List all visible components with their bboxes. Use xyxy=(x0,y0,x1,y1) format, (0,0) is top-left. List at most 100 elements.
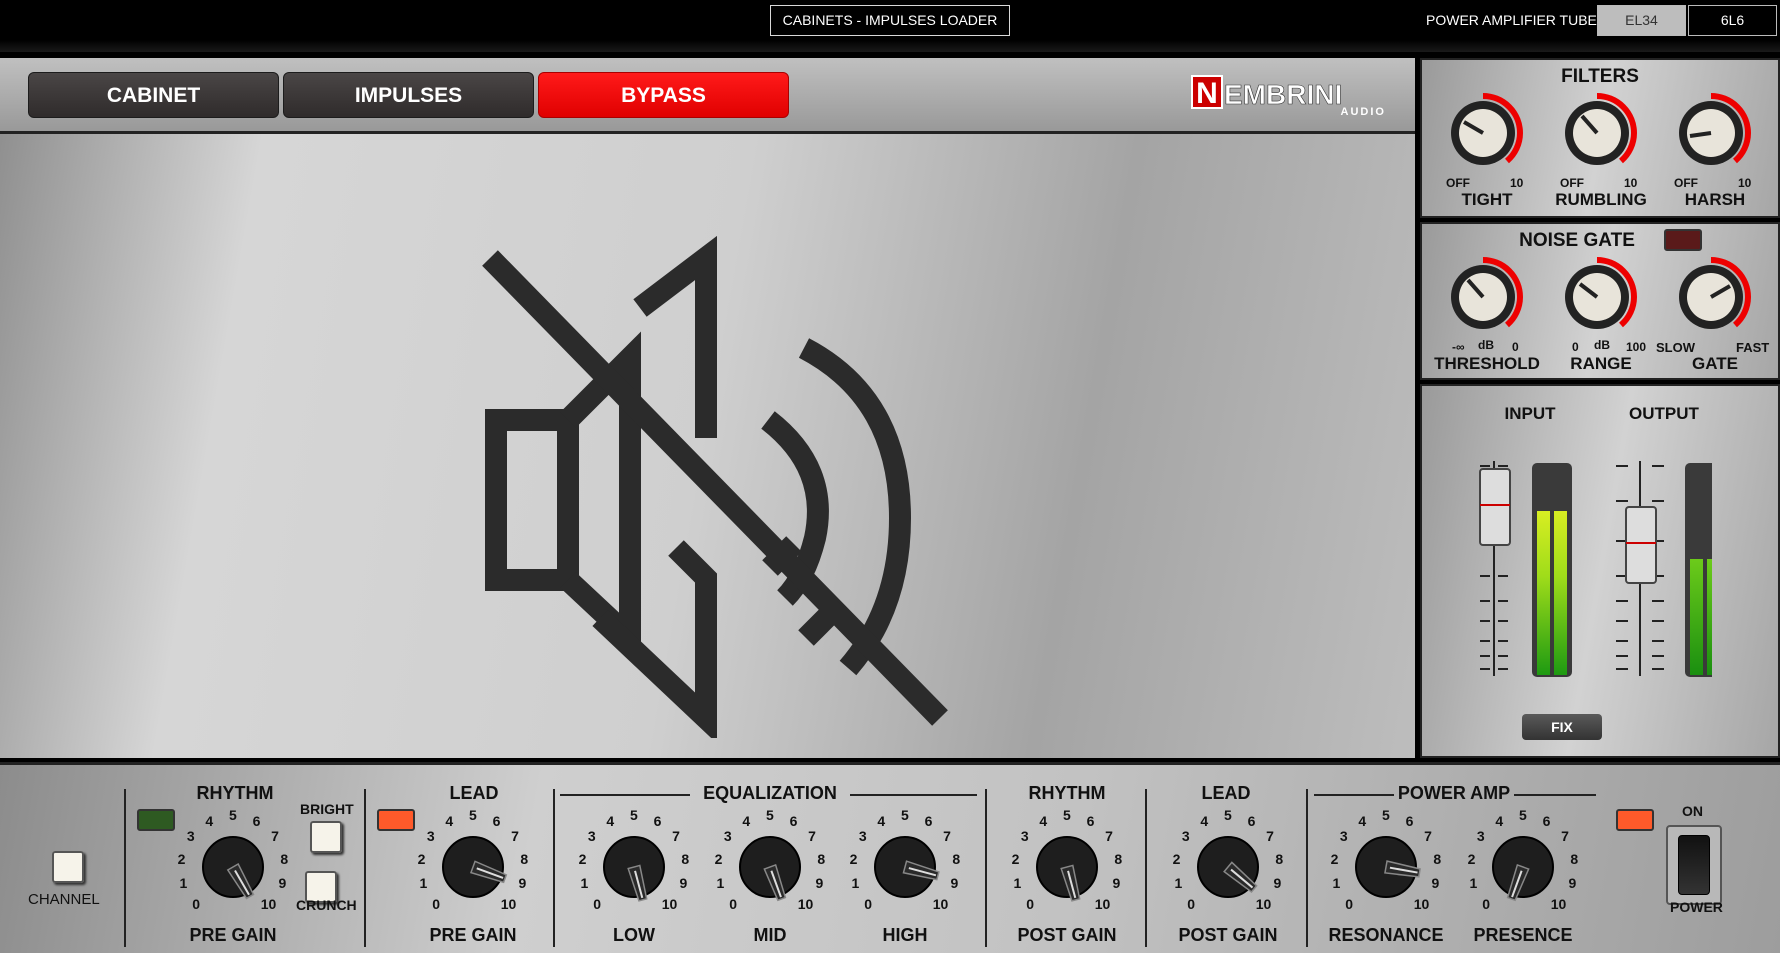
power-switch[interactable] xyxy=(1666,825,1722,905)
lead-pre-gain-label: PRE GAIN xyxy=(429,925,517,945)
scale-number: 5 xyxy=(1224,807,1232,823)
scale-number: 8 xyxy=(1570,850,1579,867)
divider xyxy=(1306,789,1308,947)
tube-el34-button[interactable]: EL34 xyxy=(1597,5,1686,36)
scale-number: 5 xyxy=(229,807,237,823)
scale-number: 2 xyxy=(578,850,587,867)
scale-number: 1 xyxy=(179,875,188,892)
scale-number: 5 xyxy=(469,807,477,823)
scale-number: 9 xyxy=(1112,875,1121,892)
rhythm-led[interactable] xyxy=(137,809,175,831)
scale-number: 8 xyxy=(1433,850,1442,867)
resonance-knob[interactable] xyxy=(1346,827,1426,907)
scale-number: 1 xyxy=(1469,875,1478,892)
scale-number: 9 xyxy=(679,875,688,892)
harsh-knob[interactable] xyxy=(1670,92,1752,174)
presence-knob[interactable] xyxy=(1483,827,1563,907)
rhythm-pre-gain-knob[interactable] xyxy=(193,827,273,907)
scale-number: 8 xyxy=(1114,850,1123,867)
eq-mid-knob[interactable] xyxy=(730,827,810,907)
range-max: 100 xyxy=(1626,340,1647,354)
eq-rule-right xyxy=(850,794,977,796)
lead-post-gain-knob[interactable] xyxy=(1188,827,1268,907)
input-output-panel: INPUT OUTPUT FIX xyxy=(1420,384,1780,758)
bright-label: BRIGHT xyxy=(300,801,354,817)
cabinet-panel: CABINET IMPULSES BYPASS N EMBRINI AUDIO xyxy=(0,58,1415,758)
logo-sub: AUDIO xyxy=(1341,106,1386,116)
scale-number: 5 xyxy=(630,807,638,823)
lead-led[interactable] xyxy=(377,809,415,831)
rhythm-pre-gain-label: PRE GAIN xyxy=(189,925,277,945)
presence-label: PRESENCE xyxy=(1473,925,1573,945)
channel-button[interactable] xyxy=(52,851,84,883)
scale-number: 1 xyxy=(1174,875,1183,892)
eq-rule-left xyxy=(560,794,690,796)
rhythm-post-gain-knob[interactable] xyxy=(1027,827,1107,907)
scale-number: 1 xyxy=(580,875,589,892)
logo-letter: N xyxy=(1196,77,1218,110)
harsh-max: 10 xyxy=(1738,176,1752,190)
range-unit: dB xyxy=(1594,338,1610,352)
lead-post-title: LEAD xyxy=(1201,783,1251,803)
tab-cabinet[interactable]: CABINET xyxy=(28,72,279,118)
noise-gate-led[interactable] xyxy=(1664,229,1702,251)
rumbling-label: RUMBLING xyxy=(1555,190,1647,209)
scale-number: 9 xyxy=(1568,875,1577,892)
noise-gate-title: NOISE GATE xyxy=(1519,230,1635,251)
bright-button[interactable] xyxy=(310,821,342,853)
scale-number: 2 xyxy=(849,850,858,867)
range-label: RANGE xyxy=(1570,354,1632,373)
eq-low-knob[interactable] xyxy=(594,827,674,907)
scale-number: 2 xyxy=(714,850,723,867)
scale-number: 9 xyxy=(950,875,959,892)
output-fader[interactable] xyxy=(1625,506,1657,584)
divider xyxy=(124,789,126,947)
scale-number: 1 xyxy=(419,875,428,892)
filters-title: FILTERS xyxy=(1561,66,1639,87)
scale-number: 5 xyxy=(1382,807,1390,823)
tight-label: TIGHT xyxy=(1461,190,1513,209)
lead-pre-gain-knob[interactable] xyxy=(433,827,513,907)
gate-knob[interactable] xyxy=(1670,256,1752,338)
harsh-label: HARSH xyxy=(1684,190,1746,209)
power-label: POWER xyxy=(1670,899,1723,915)
rumbling-max: 10 xyxy=(1624,176,1638,190)
scale-number: 1 xyxy=(851,875,860,892)
rumbling-min: OFF xyxy=(1560,176,1584,190)
gate-min: SLOW xyxy=(1656,340,1695,355)
scale-number: 5 xyxy=(766,807,774,823)
scale-number: 5 xyxy=(1063,807,1071,823)
eq-high-knob[interactable] xyxy=(865,827,945,907)
scale-number: 2 xyxy=(1467,850,1476,867)
rumbling-knob[interactable] xyxy=(1556,92,1638,174)
range-knob[interactable] xyxy=(1556,256,1638,338)
scale-number: 9 xyxy=(518,875,527,892)
eq-high-label: HIGH xyxy=(882,925,928,945)
threshold-label: THRESHOLD xyxy=(1434,354,1540,373)
power-amp-title: POWER AMP xyxy=(1397,783,1511,803)
eq-mid-label: MID xyxy=(753,925,787,945)
divider xyxy=(364,789,366,947)
tube-6l6-button[interactable]: 6L6 xyxy=(1688,5,1777,36)
threshold-knob[interactable] xyxy=(1442,256,1524,338)
scale-number: 2 xyxy=(417,850,426,867)
on-label: ON xyxy=(1682,803,1703,819)
loader-title-button[interactable]: CABINETS - IMPULSES LOADER xyxy=(770,5,1010,36)
rhythm-title: RHYTHM xyxy=(196,783,274,803)
output-label: OUTPUT xyxy=(1629,404,1699,423)
resonance-label: RESONANCE xyxy=(1328,925,1444,945)
tab-bypass[interactable]: BYPASS xyxy=(538,72,789,118)
input-label: INPUT xyxy=(1504,404,1556,423)
scale-number: 8 xyxy=(817,850,826,867)
scale-number: 5 xyxy=(901,807,909,823)
tube-label: POWER AMPLIFIER TUBE xyxy=(1426,12,1597,28)
input-fader[interactable] xyxy=(1479,468,1511,546)
tab-impulses[interactable]: IMPULSES xyxy=(283,72,534,118)
tight-knob[interactable] xyxy=(1442,92,1524,174)
fix-button[interactable]: FIX xyxy=(1522,714,1602,740)
logo-brand: EMBRINI xyxy=(1224,79,1342,110)
threshold-min: -∞ xyxy=(1452,340,1465,354)
scale-number: 9 xyxy=(1431,875,1440,892)
scale-number: 9 xyxy=(815,875,824,892)
scale-number: 2 xyxy=(1011,850,1020,867)
